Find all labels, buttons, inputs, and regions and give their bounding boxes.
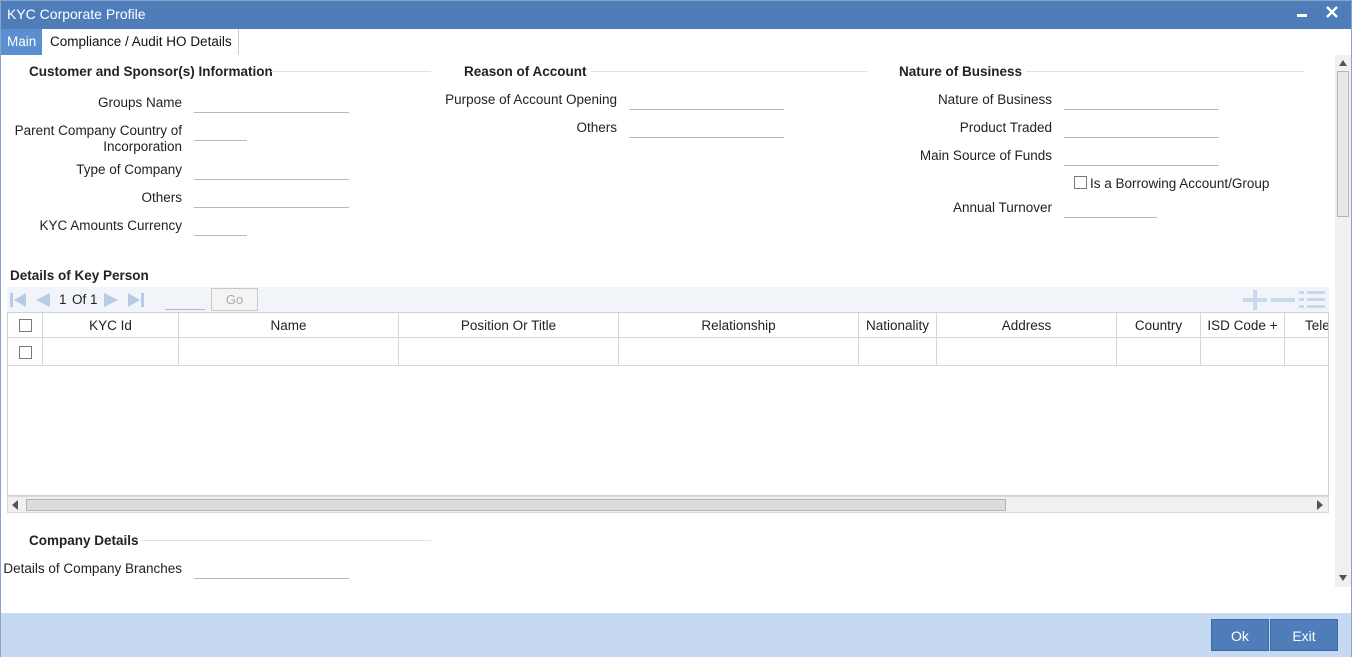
minimize-icon — [1297, 14, 1307, 17]
section-divider — [271, 71, 431, 72]
groups-name-label: Groups Name — [97, 95, 182, 110]
parent-country-label: Parent Company Country of Incorporation — [1, 123, 182, 155]
close-icon — [1326, 6, 1338, 18]
annual-turnover-label: Annual Turnover — [952, 200, 1052, 215]
tab-main[interactable]: Main — [1, 29, 43, 55]
parent-country-label-line1: Parent Company Country of — [14, 123, 182, 138]
page-of-label: Of — [72, 292, 87, 307]
scroll-down-icon[interactable] — [1339, 575, 1347, 582]
column-header-name[interactable]: Name — [179, 313, 399, 338]
footer-bar: Ok Exit — [1, 613, 1351, 657]
go-button[interactable]: Go — [211, 288, 258, 311]
page-total: 1 — [90, 292, 98, 307]
reason-others-input[interactable] — [629, 116, 784, 138]
page-vertical-scrollbar[interactable] — [1335, 55, 1351, 587]
borrowing-checkbox[interactable] — [1074, 176, 1087, 189]
last-page-icon[interactable] — [127, 291, 145, 309]
grid-horizontal-scrollbar[interactable] — [7, 496, 1329, 513]
main-source-label: Main Source of Funds — [919, 148, 1052, 163]
nature-of-business-input[interactable] — [1064, 88, 1219, 110]
column-header-address[interactable]: Address — [937, 313, 1117, 338]
type-of-company-label: Type of Company — [76, 162, 182, 177]
window-title: KYC Corporate Profile — [7, 6, 146, 22]
column-header-position[interactable]: Position Or Title — [399, 313, 619, 338]
section-divider — [141, 540, 431, 541]
table-cell-country[interactable] — [1117, 338, 1201, 366]
ok-button[interactable]: Ok — [1211, 619, 1269, 651]
nature-of-business-label: Nature of Business — [937, 92, 1052, 107]
company-branches-label: Details of Company Branches — [3, 561, 182, 576]
company-branches-input[interactable] — [194, 557, 349, 579]
single-view-icon[interactable] — [1299, 290, 1325, 310]
vertical-scroll-thumb[interactable] — [1337, 71, 1349, 217]
scroll-right-icon[interactable] — [1316, 500, 1324, 510]
parent-country-label-line2: Incorporation — [103, 139, 182, 154]
column-header-isd-code[interactable]: ISD Code + — [1201, 313, 1285, 338]
next-page-icon[interactable] — [103, 291, 121, 309]
scroll-up-icon[interactable] — [1339, 59, 1347, 66]
product-traded-label: Product Traded — [959, 120, 1052, 135]
customer-others-label: Others — [141, 190, 182, 205]
exit-button[interactable]: Exit — [1270, 619, 1338, 651]
annual-turnover-input[interactable] — [1064, 196, 1157, 218]
grid-toolbar: 1 Of 1 Go — [7, 287, 1329, 312]
parent-country-input[interactable] — [194, 119, 247, 141]
column-header-relationship[interactable]: Relationship — [619, 313, 859, 338]
product-traded-input[interactable] — [1064, 116, 1219, 138]
horizontal-scroll-thumb[interactable] — [26, 499, 1006, 511]
tab-strip: Main Compliance / Audit HO Details — [1, 29, 1351, 55]
section-divider — [1026, 71, 1304, 72]
type-of-company-input[interactable] — [194, 158, 349, 180]
business-section-heading: Nature of Business — [899, 64, 1023, 79]
table-cell-address[interactable] — [937, 338, 1117, 366]
table-cell-relationship[interactable] — [619, 338, 859, 366]
tab-compliance-audit[interactable]: Compliance / Audit HO Details — [44, 29, 239, 55]
select-all-header — [8, 313, 43, 338]
page-number-input[interactable] — [165, 290, 205, 310]
previous-page-icon[interactable] — [33, 291, 51, 309]
borrowing-label: Is a Borrowing Account/Group — [1090, 176, 1270, 191]
table-row-select — [8, 338, 43, 366]
column-header-kyc-id[interactable]: KYC Id — [43, 313, 179, 338]
select-all-checkbox[interactable] — [19, 319, 32, 332]
customer-others-input[interactable] — [194, 186, 349, 208]
first-page-icon[interactable] — [9, 291, 27, 309]
reason-section-heading: Reason of Account — [464, 64, 587, 79]
row-checkbox[interactable] — [19, 346, 32, 359]
reason-others-label: Others — [576, 120, 617, 135]
column-header-nationality[interactable]: Nationality — [859, 313, 937, 338]
key-person-grid: KYC Id Name Position Or Title Relationsh… — [7, 312, 1329, 496]
groups-name-input[interactable] — [194, 91, 349, 113]
main-source-input[interactable] — [1064, 144, 1219, 166]
section-divider — [591, 71, 867, 72]
kyc-currency-input[interactable] — [194, 214, 247, 236]
delete-row-icon[interactable] — [1271, 290, 1295, 310]
purpose-label: Purpose of Account Opening — [445, 92, 617, 107]
table-cell-isd-code[interactable] — [1201, 338, 1285, 366]
kyc-currency-label: KYC Amounts Currency — [39, 218, 182, 233]
customer-section-heading: Customer and Sponsor(s) Information — [29, 64, 273, 79]
table-cell-kyc-id[interactable] — [43, 338, 179, 366]
key-person-heading: Details of Key Person — [10, 268, 149, 283]
add-row-icon[interactable] — [1243, 290, 1267, 310]
purpose-input[interactable] — [629, 88, 784, 110]
minimize-button[interactable] — [1291, 4, 1313, 24]
table-cell-name[interactable] — [179, 338, 399, 366]
column-header-telephone[interactable]: Tele — [1285, 313, 1328, 338]
main-content: Customer and Sponsor(s) Information Grou… — [1, 55, 1335, 613]
scroll-left-icon[interactable] — [11, 500, 19, 510]
table-cell-position[interactable] — [399, 338, 619, 366]
company-section-heading: Company Details — [29, 533, 139, 548]
table-cell-nationality[interactable] — [859, 338, 937, 366]
kyc-corporate-profile-window: KYC Corporate Profile Main Compliance / … — [0, 0, 1352, 657]
page-current: 1 — [59, 292, 67, 307]
table-cell-telephone[interactable] — [1285, 338, 1328, 366]
title-bar: KYC Corporate Profile — [1, 1, 1351, 29]
column-header-country[interactable]: Country — [1117, 313, 1201, 338]
close-button[interactable] — [1321, 4, 1343, 24]
